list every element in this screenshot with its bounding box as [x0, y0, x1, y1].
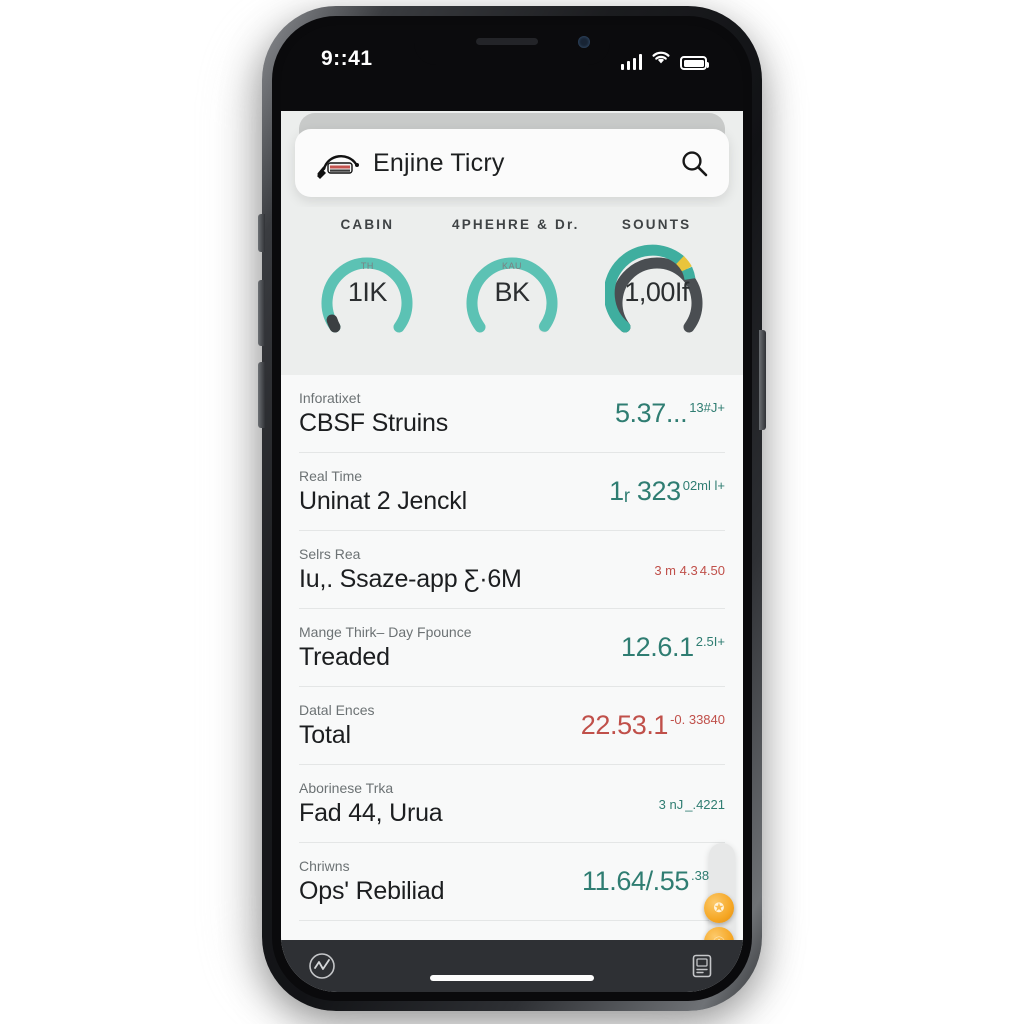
row-value-wrap: 1ᵣ 323 02ml l+ [599, 476, 725, 507]
row-texts: Inforatixet CBSF Struins [299, 390, 448, 438]
mute-switch[interactable] [258, 214, 265, 252]
gauge-value: 1,00If [624, 277, 689, 307]
row-texts: Selrs Rea Iu,. Ssaze-app Ƹ·6M [299, 546, 522, 594]
row-delta: 4.50 [699, 563, 725, 578]
battery-full-icon [680, 56, 709, 70]
row-subtitle: Selrs Rea [299, 545, 361, 562]
data-list-card: Inforatixet CBSF Struins 5.37... 13#J+ R… [281, 375, 743, 940]
power-button[interactable] [759, 330, 766, 430]
notch [414, 25, 610, 65]
gauge-dial: KAU BK [460, 239, 564, 339]
row-texts: Chriwns Ops' Rebiliad [299, 857, 445, 906]
person-badge-icon[interactable]: ✪ [704, 893, 734, 923]
row-texts: Mange Thirk– Day Fpounce Treaded [299, 624, 472, 672]
row-title: Total [299, 720, 351, 749]
gauge-value: 1IK [347, 277, 388, 307]
row-delta: 2.5I+ [695, 634, 725, 649]
gauge-label: SOUNTS [621, 217, 692, 232]
table-row[interactable]: Real Time Uninat 2 Jenckl 1ᵣ 323 02ml l+ [299, 453, 725, 531]
cellular-signal-icon [620, 54, 642, 70]
gauge-label: 4PHEHRE & Dr. [451, 217, 580, 232]
gauge-sphere-dr[interactable]: 4PHEHRE & Dr. KAU BK [451, 217, 580, 339]
table-row[interactable]: Selrs Rea Iu,. Ssaze-app Ƹ·6M 3 m 4.3 4.… [299, 531, 725, 609]
row-value: 11.64/.55 [582, 866, 690, 896]
row-value-wrap: 5.37... 13#J+ [605, 398, 725, 429]
row-delta: 02ml l+ [682, 478, 725, 493]
app-title: Enjine Ticry [373, 148, 505, 177]
volume-down-button[interactable] [258, 362, 265, 428]
search-icon[interactable] [679, 148, 709, 178]
clipboard-document-icon[interactable] [687, 951, 717, 981]
row-subtitle: Chriwns [299, 857, 350, 874]
status-icons [620, 49, 709, 70]
row-subtitle: Mange Thirk– Day Fpounce [299, 623, 472, 640]
gauges-row: CABIN TH 1IK 4PHEHRE & Dr. KAU BK SOUNTS… [281, 207, 743, 339]
scrollbar[interactable] [709, 843, 735, 940]
front-camera-icon [578, 36, 590, 48]
row-value: 12.6.1 [621, 632, 694, 662]
gauge-sounts[interactable]: SOUNTS 1,00If [597, 217, 717, 339]
bottom-nav-bar [281, 940, 743, 992]
phone-device-frame: 9::41 Enjine Ticry CABIN TH 1IK 4PHEHRE … [262, 6, 762, 1011]
row-value-wrap: 12.6.1 2.5I+ [611, 632, 725, 663]
row-value: 5.37... [614, 398, 688, 428]
car-plug-icon [315, 147, 361, 179]
app-viewport: Enjine Ticry CABIN TH 1IK 4PHEHRE & Dr. … [281, 111, 743, 992]
row-title: CBSF Struins [299, 408, 449, 437]
volume-up-button[interactable] [258, 280, 265, 346]
row-delta: _.4221 [685, 797, 725, 812]
table-row[interactable]: Datal Ences Total 22.53.1 -0. 33840 [299, 687, 725, 765]
row-subtitle: Datal Ences [299, 701, 375, 718]
row-delta: -0. 33840 [670, 712, 725, 727]
row-title: Uninat 2 Jenckl [299, 486, 467, 515]
status-time: 9::41 [321, 47, 373, 70]
row-value: 1ᵣ 323 [609, 476, 681, 506]
activity-chart-circle-icon[interactable] [307, 951, 337, 981]
phone-screen: 9::41 Enjine Ticry CABIN TH 1IK 4PHEHRE … [281, 25, 743, 992]
table-row[interactable]: Mange Thirk– Day Fpounce Treaded 12.6.1 … [299, 609, 725, 687]
table-row[interactable]: Chriwns Ops' Rebiliad 11.64/.55 .386P [299, 843, 725, 921]
row-value: 3 m 4.3 [654, 563, 698, 578]
gauge-cabin[interactable]: CABIN TH 1IK [307, 217, 427, 339]
row-subtitle: Real Time [299, 467, 363, 484]
app-header-bar[interactable]: Enjine Ticry [295, 129, 729, 197]
row-texts: Real Time Uninat 2 Jenckl [299, 468, 467, 516]
row-title: Fad 44, Urua [299, 798, 443, 827]
gauge-label: CABIN [340, 217, 395, 232]
row-value: 22.53.1 [580, 710, 669, 740]
home-indicator[interactable] [430, 975, 594, 981]
row-title: Iu,. Ssaze-app Ƹ·6M [299, 564, 522, 593]
earpiece-speaker [476, 38, 539, 45]
row-texts: Datal Ences Total [299, 702, 374, 750]
wifi-icon [650, 49, 672, 70]
row-delta: 13#J+ [689, 400, 725, 415]
row-subtitle: Inforatixet [299, 389, 361, 406]
row-title: Treaded [299, 642, 390, 671]
status-bar: 9::41 [281, 25, 743, 111]
row-title: Ops' Rebiliad [299, 876, 445, 905]
gauges-panel: CABIN TH 1IK 4PHEHRE & Dr. KAU BK SOUNTS… [281, 207, 743, 375]
row-texts: Aborinese Trka Fad 44, Urua [299, 780, 443, 828]
gauge-subtext: KAU [501, 261, 522, 271]
gauge-dial: TH 1IK [315, 239, 419, 339]
row-value: 3 nJ [658, 797, 684, 812]
gauge-dial: 1,00If [604, 239, 709, 339]
gauge-subtext: TH [360, 261, 374, 271]
table-row[interactable]: Inforatixet CBSF Struins 5.37... 13#J+ [299, 375, 725, 453]
row-value-wrap: 22.53.1 -0. 33840 [571, 710, 725, 741]
gauge-value: BK [494, 277, 530, 307]
row-value-wrap: 3 nJ _.4221 [647, 795, 725, 812]
table-row[interactable]: Aborinese Trka Fad 44, Urua 3 nJ _.4221 [299, 765, 725, 843]
row-value-wrap: 11.64/.55 .386P [572, 866, 725, 897]
row-value-wrap: 3 m 4.3 4.50 [642, 561, 725, 578]
row-subtitle: Aborinese Trka [299, 779, 394, 796]
